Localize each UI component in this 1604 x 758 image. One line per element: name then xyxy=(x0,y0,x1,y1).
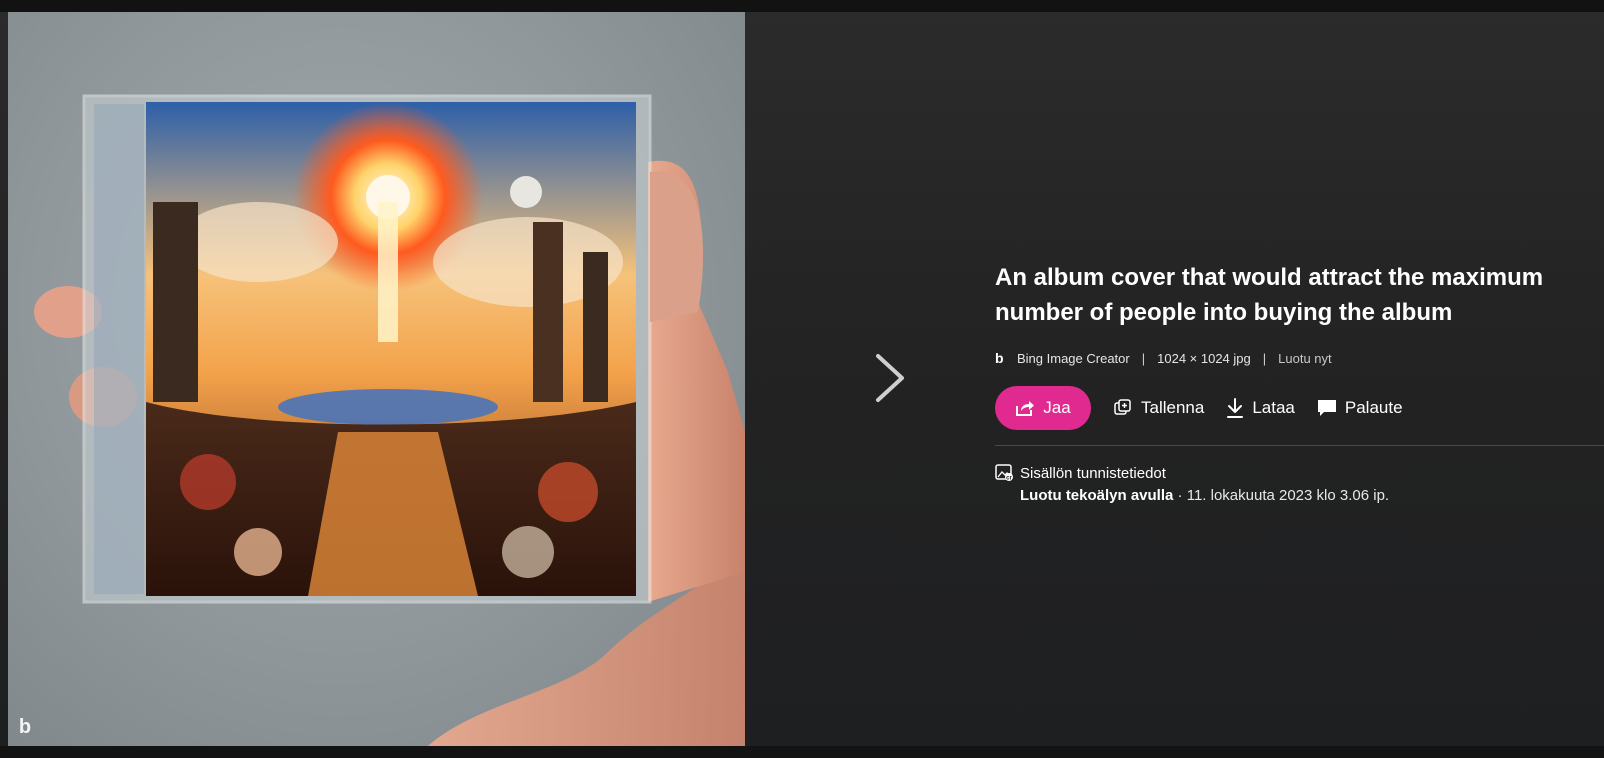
next-image-button[interactable] xyxy=(872,352,908,404)
bottom-bar xyxy=(0,746,1604,758)
created-status: Luotu nyt xyxy=(1278,350,1332,366)
ai-generated-label: Luotu tekoälyn avulla xyxy=(1020,487,1174,504)
credentials-heading: Sisällön tunnistetiedot xyxy=(1020,464,1166,482)
content-credentials-icon: cr xyxy=(995,464,1013,482)
add-to-collection-icon xyxy=(1114,399,1131,415)
meta-separator: | xyxy=(1262,350,1267,366)
image-meta: b Bing Image Creator | 1024 × 1024 jpg |… xyxy=(995,350,1604,366)
divider xyxy=(995,445,1604,446)
source-label: Bing Image Creator xyxy=(1017,350,1130,366)
chevron-right-icon xyxy=(876,354,904,402)
generated-image[interactable]: b xyxy=(8,12,745,746)
bing-logo-icon: b xyxy=(995,350,1004,366)
feedback-label: Palaute xyxy=(1344,398,1403,417)
album-cover-artwork xyxy=(34,94,745,746)
share-label: Jaa xyxy=(1043,398,1071,417)
feedback-icon xyxy=(1317,400,1336,416)
content-credentials[interactable]: cr Sisällön tunnistetiedot Luotu tekoäly… xyxy=(995,464,1604,504)
creation-date: · 11. lokakuuta 2023 klo 3.06 ip. xyxy=(1177,487,1390,504)
download-button[interactable]: Lataa xyxy=(1226,397,1295,419)
download-icon xyxy=(1227,398,1244,418)
save-label: Tallenna xyxy=(1141,398,1205,417)
save-button[interactable]: Tallenna xyxy=(1113,398,1204,418)
download-label: Lataa xyxy=(1252,398,1295,417)
image-dimensions: 1024 × 1024 jpg xyxy=(1157,350,1251,366)
svg-text:cr: cr xyxy=(1006,476,1012,482)
share-button[interactable]: Jaa xyxy=(995,386,1091,430)
action-bar: Jaa Tallenna Lataa Palaute xyxy=(995,386,1604,430)
bing-watermark-icon: b xyxy=(18,716,32,738)
meta-separator: | xyxy=(1141,350,1146,366)
feedback-button[interactable]: Palaute xyxy=(1317,398,1403,418)
image-details-panel: An album cover that would attract the ma… xyxy=(995,260,1604,504)
share-icon xyxy=(1016,401,1035,416)
top-bar xyxy=(0,0,1604,12)
image-title: An album cover that would attract the ma… xyxy=(995,264,1544,326)
